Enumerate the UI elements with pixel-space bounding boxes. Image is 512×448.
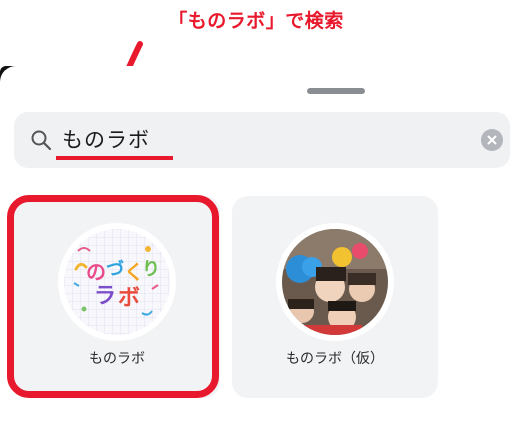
svg-text:ボ: ボ [118, 286, 140, 311]
svg-text:の: の [86, 260, 106, 284]
svg-text:り: り [142, 259, 160, 280]
clear-search-button[interactable] [481, 129, 503, 151]
monolabo-logo-avatar: の づ く り ラ ボ [64, 229, 170, 335]
result-name: ものラボ [89, 351, 145, 367]
result-name: ものラボ（仮） [286, 351, 384, 367]
svg-text:く: く [124, 260, 144, 284]
search-icon [31, 130, 52, 151]
annotation-text: 「ものラボ」で検索 [168, 10, 344, 32]
search-input[interactable]: ものラボ [62, 120, 442, 160]
svg-text:づ: づ [106, 259, 124, 280]
sheet-grabber[interactable] [307, 88, 365, 94]
search-text-underline [56, 156, 173, 160]
avatar: の づ く り ラ ボ [58, 223, 176, 341]
close-icon [487, 135, 497, 145]
group-photo-avatar [282, 229, 388, 335]
svg-text:ラ: ラ [94, 284, 116, 309]
avatar [276, 223, 394, 341]
annotation: 「ものラボ」で検索 [0, 0, 512, 109]
